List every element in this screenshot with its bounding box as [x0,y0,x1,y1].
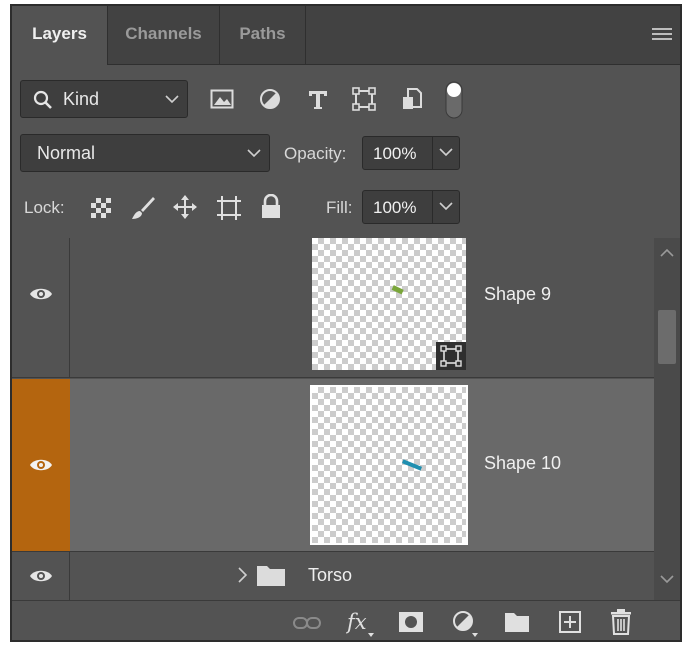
layers-scrollbar[interactable] [654,238,680,600]
panel-menu-icon[interactable] [652,28,672,42]
scroll-up-icon[interactable] [660,248,674,258]
shape-filter-icon[interactable] [352,87,376,111]
lock-all-icon[interactable] [260,194,282,220]
lock-label: Lock: [24,198,65,217]
eye-icon [30,288,52,300]
layer-name[interactable]: Torso [308,565,352,586]
eye-icon [30,459,52,471]
chevron-down-icon [165,95,179,104]
layers-list: Shape 9 Shape 10 Torso [12,238,654,600]
scroll-down-icon[interactable] [660,574,674,584]
layer-row[interactable]: Shape 9 [12,238,654,378]
fill-value: 100% [373,198,417,217]
filter-toggle-switch[interactable] [444,80,464,120]
new-layer-icon[interactable] [558,610,582,634]
visibility-toggle[interactable] [12,552,70,600]
layers-footer-toolbar: fx [12,600,680,640]
filter-kind-dropdown[interactable]: Kind [20,80,188,118]
shape-layer-badge-icon [440,345,462,367]
adjustment-layer-icon[interactable] [452,610,480,638]
tab-paths[interactable]: Paths [220,6,306,64]
new-group-folder-icon[interactable] [504,611,530,633]
blend-mode-value: Normal [37,143,96,163]
layers-panel: Layers Channels Paths Kind Normal Opacit… [10,4,682,642]
filter-kind-label: Kind [63,89,100,109]
fill-label: Fill: [326,198,353,217]
opacity-field[interactable]: 100% [362,136,460,170]
layer-name[interactable]: Shape 9 [484,284,551,305]
visibility-toggle[interactable] [12,379,70,551]
search-icon [33,90,52,109]
svg-text:fx: fx [346,610,367,634]
chevron-down-icon[interactable] [439,201,453,211]
chevron-right-icon[interactable] [236,566,248,584]
link-layers-icon[interactable] [292,613,322,633]
lock-image-pixels-brush-icon[interactable] [130,195,156,221]
type-filter-icon[interactable] [306,87,330,111]
blend-mode-dropdown[interactable]: Normal [20,134,270,172]
layer-thumbnail [312,238,466,370]
fx-layer-style-icon[interactable]: fx [346,609,376,639]
visibility-toggle[interactable] [12,238,70,377]
opacity-value: 100% [373,144,417,163]
adjustment-filter-icon[interactable] [258,87,282,111]
scroll-thumb[interactable] [658,310,676,364]
lock-transparent-pixels-icon[interactable] [90,197,112,219]
tab-layers[interactable]: Layers [12,6,108,65]
chevron-down-icon [247,149,261,158]
vector-badge [436,342,466,370]
layer-name[interactable]: Shape 10 [484,453,561,474]
opacity-label: Opacity: [284,144,347,163]
lock-row: Lock: Fill: 100% [12,188,680,228]
lock-artboard-icon[interactable] [216,195,242,221]
eye-icon [30,570,52,582]
lock-position-move-icon[interactable] [172,194,198,220]
shape-preview-icon [401,459,423,471]
tab-channels[interactable]: Channels [108,6,220,64]
layer-thumbnail [310,385,468,545]
image-filter-icon[interactable] [210,88,234,110]
add-mask-icon[interactable] [398,611,424,633]
filter-row: Kind [12,80,680,120]
fill-field[interactable]: 100% [362,190,460,224]
delete-layer-trash-icon[interactable] [610,609,632,635]
layer-row-selected[interactable]: Shape 10 [12,379,654,551]
chevron-down-icon[interactable] [439,147,453,157]
layer-group-row[interactable]: Torso [12,551,654,600]
shape-preview-icon [391,285,404,295]
smart-object-filter-icon[interactable] [400,87,424,111]
tab-bar: Layers Channels Paths [12,6,680,65]
blend-row: Normal Opacity: 100% [12,134,680,174]
folder-icon [257,566,285,586]
